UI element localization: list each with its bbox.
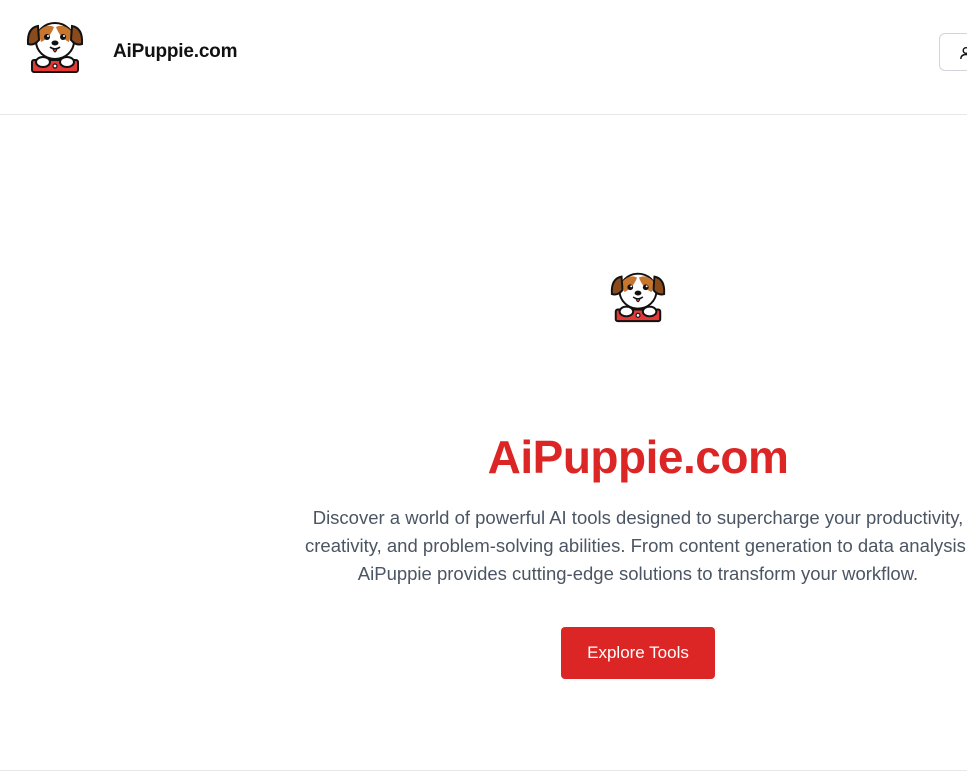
hero-description-line: Discover a world of powerful AI tools de… [312, 507, 964, 528]
brand-name[interactable]: AiPuppie.com [113, 41, 237, 63]
hero-title: AiPuppie.com [487, 431, 789, 483]
puppy-logo-icon [607, 265, 669, 325]
user-account-button[interactable] [939, 33, 967, 71]
puppy-logo-icon[interactable] [24, 14, 86, 76]
site-header: AiPuppie.com [0, 0, 967, 115]
explore-tools-button[interactable]: Explore Tools [561, 627, 715, 679]
hero-description-line: AiPuppie provides cutting-edge solutions… [357, 563, 919, 584]
hero-description-line: creativity, and problem-solving abilitie… [305, 535, 967, 556]
